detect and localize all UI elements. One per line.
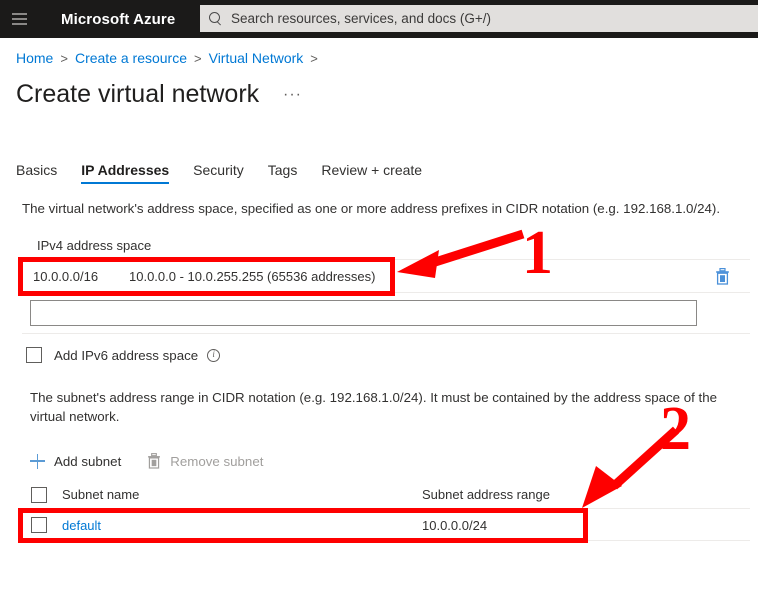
new-address-space-input[interactable] xyxy=(30,300,697,326)
more-options-icon[interactable]: ··· xyxy=(283,86,302,104)
breadcrumb-separator: > xyxy=(60,51,68,66)
search-icon xyxy=(209,11,223,26)
azure-brand-label[interactable]: Microsoft Azure xyxy=(61,11,175,28)
subnet-command-bar: Add subnet Remove subnet xyxy=(30,448,289,474)
select-all-subnets-cell[interactable] xyxy=(22,486,62,503)
tab-ip-addresses[interactable]: IP Addresses xyxy=(81,162,169,184)
info-icon[interactable] xyxy=(207,348,221,362)
breadcrumb-separator-trailing: > xyxy=(310,51,318,66)
breadcrumb: Home > Create a resource > Virtual Netwo… xyxy=(16,50,325,66)
azure-portal-screen: Microsoft Azure Search resources, servic… xyxy=(0,0,758,599)
breadcrumb-item-virtual-network[interactable]: Virtual Network xyxy=(209,50,304,66)
remove-subnet-button[interactable]: Remove subnet xyxy=(147,453,263,469)
row-checkbox[interactable] xyxy=(31,517,47,533)
add-ipv6-address-space-row[interactable]: Add IPv6 address space xyxy=(26,347,221,363)
address-space-description: The virtual network's address space, spe… xyxy=(22,201,721,216)
search-input-placeholder[interactable]: Search resources, services, and docs (G+… xyxy=(231,11,491,26)
tab-security[interactable]: Security xyxy=(193,162,244,184)
tab-tags[interactable]: Tags xyxy=(268,162,298,184)
plus-icon xyxy=(30,453,45,469)
address-space-cidr: 10.0.0.0/16 xyxy=(33,268,99,284)
add-subnet-button[interactable]: Add subnet xyxy=(30,453,122,469)
ipv4-address-space-label: IPv4 address space xyxy=(37,238,152,253)
breadcrumb-item-home[interactable]: Home xyxy=(16,50,53,66)
ipv4-address-space-row[interactable]: 10.0.0.0/16 10.0.0.0 - 10.0.255.255 (655… xyxy=(22,259,750,293)
select-all-checkbox[interactable] xyxy=(31,486,47,503)
add-subnet-label: Add subnet xyxy=(54,453,122,469)
address-space-divider xyxy=(22,333,750,334)
subnet-name-link[interactable]: default xyxy=(62,518,422,533)
tab-basics[interactable]: Basics xyxy=(16,162,57,184)
subnet-address-range-value: 10.0.0.0/24 xyxy=(422,517,488,533)
trash-icon xyxy=(147,453,161,469)
tab-review-create[interactable]: Review + create xyxy=(321,162,422,184)
remove-subnet-label: Remove subnet xyxy=(170,453,264,469)
subnet-description: The subnet's address range in CIDR notat… xyxy=(30,390,718,424)
add-ipv6-checkbox[interactable] xyxy=(26,347,42,363)
address-space-range: 10.0.0.0 - 10.0.255.255 (65536 addresses… xyxy=(129,268,376,284)
column-header-subnet-name[interactable]: Subnet name xyxy=(62,487,422,502)
delete-address-space-button[interactable] xyxy=(705,260,739,293)
subnet-default-row[interactable]: default 10.0.0.0/24 xyxy=(22,510,750,541)
subnet-table-header: Subnet name Subnet address range xyxy=(22,481,750,509)
hamburger-menu-icon[interactable] xyxy=(12,13,27,25)
add-ipv6-label: Add IPv6 address space xyxy=(54,347,199,363)
row-select-cell[interactable] xyxy=(22,517,62,533)
wizard-tabs: Basics IP Addresses Security Tags Review… xyxy=(16,162,446,188)
global-search-box[interactable]: Search resources, services, and docs (G+… xyxy=(200,5,758,32)
breadcrumb-item-create-a-resource[interactable]: Create a resource xyxy=(75,50,187,66)
page-title: Create virtual network xyxy=(16,80,260,108)
breadcrumb-separator: > xyxy=(194,51,202,66)
column-header-subnet-address-range[interactable]: Subnet address range xyxy=(422,487,550,502)
trash-icon xyxy=(715,268,729,285)
top-navigation-bar: Microsoft Azure Search resources, servic… xyxy=(0,0,758,38)
